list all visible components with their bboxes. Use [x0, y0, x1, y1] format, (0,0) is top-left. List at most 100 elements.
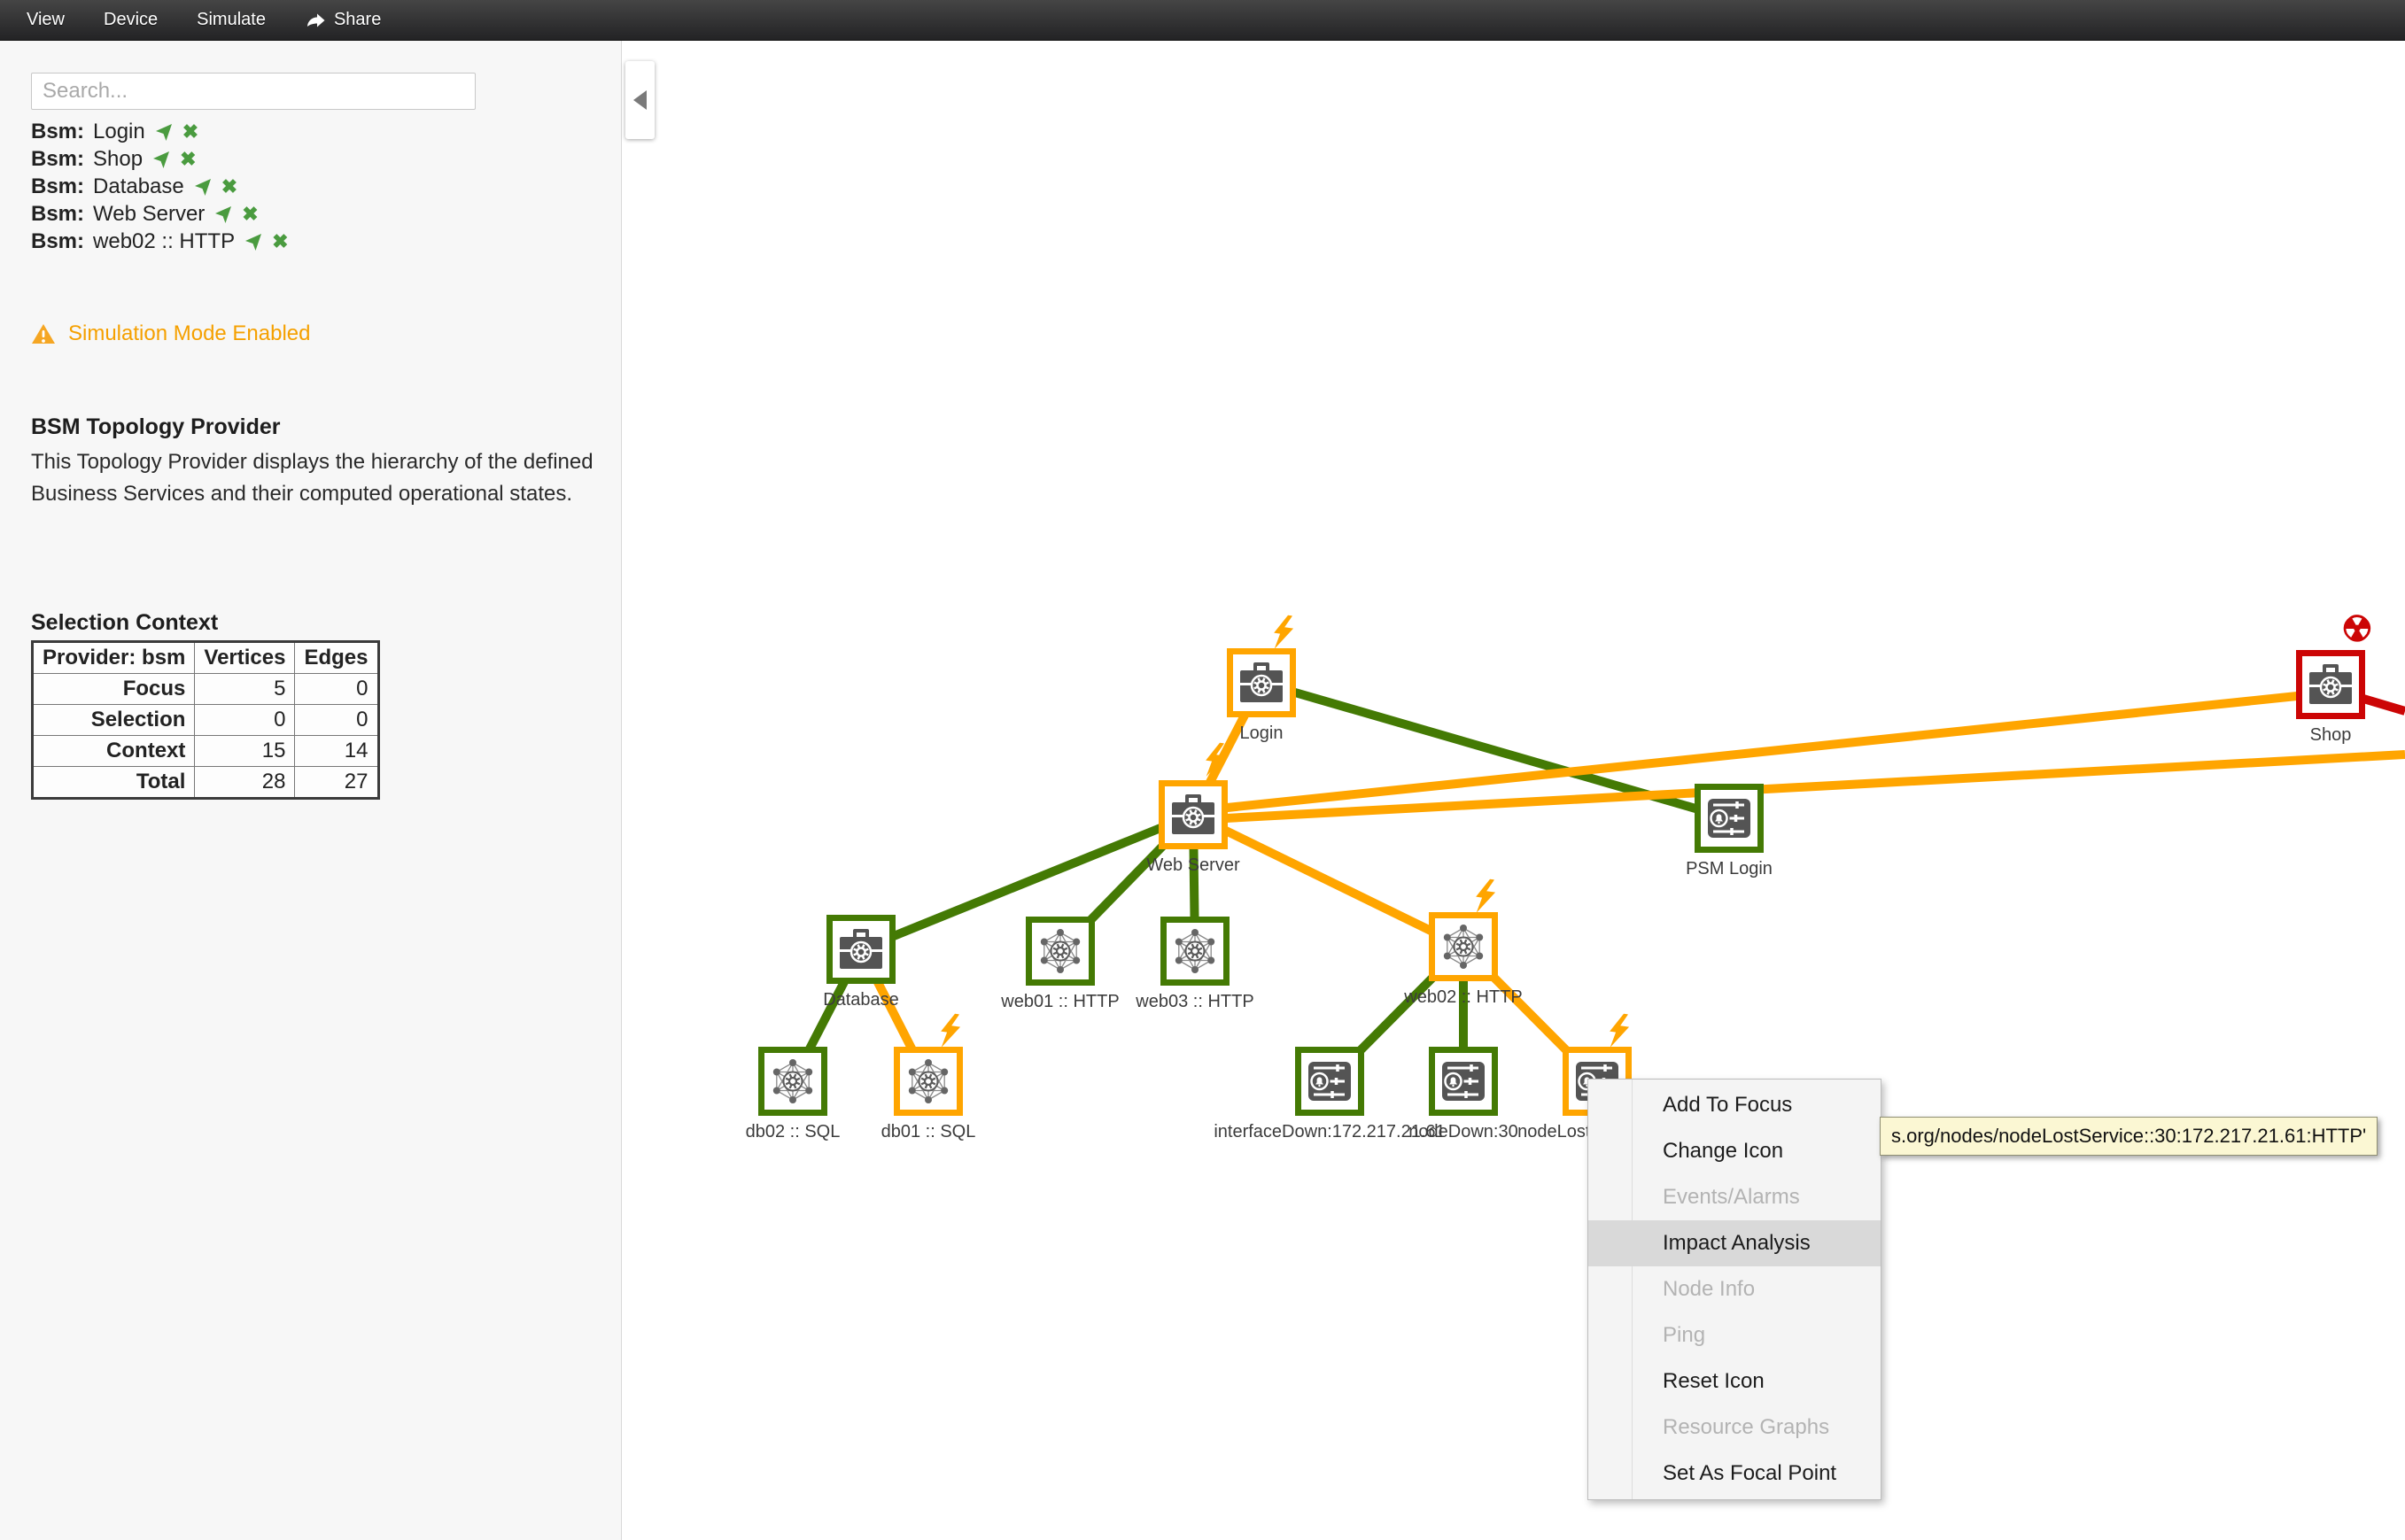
context-menu-item-node-info: Node Info	[1588, 1266, 1881, 1312]
node-label-web02-http: web02 :: HTTP	[1277, 987, 1649, 1008]
selection-table-row-total: Total2827	[33, 767, 379, 799]
center-on-vertex-button[interactable]	[154, 122, 174, 142]
lightning-bolt-icon	[1605, 1011, 1633, 1049]
context-menu: Add To FocusChange IconEvents/AlarmsImpa…	[1587, 1079, 1881, 1500]
business-service-briefcase-icon	[836, 925, 886, 974]
remove-from-focus-button[interactable]: ✖	[182, 122, 198, 142]
business-service-briefcase-icon	[2306, 660, 2355, 709]
context-menu-item-events-alarms: Events/Alarms	[1588, 1174, 1881, 1220]
locate-arrow-icon	[151, 150, 171, 169]
center-on-vertex-button[interactable]	[193, 177, 213, 197]
node-web03-http[interactable]	[1160, 917, 1230, 986]
focus-item-label: web02 :: HTTP	[93, 229, 235, 254]
focus-item-prefix: Bsm:	[31, 147, 84, 172]
node-shop[interactable]	[2296, 650, 2365, 719]
context-menu-item-impact-analysis[interactable]: Impact Analysis	[1588, 1220, 1881, 1266]
lightning-bolt-icon	[1201, 740, 1229, 778]
business-service-briefcase-icon	[1237, 658, 1286, 708]
ip-service-molecule-icon	[1439, 922, 1488, 971]
focus-item-label: Login	[93, 120, 145, 144]
focus-item-label: Shop	[93, 147, 143, 172]
simulation-warning: Simulation Mode Enabled	[31, 321, 311, 346]
ip-service-molecule-icon	[768, 1056, 818, 1106]
center-on-vertex-button[interactable]	[151, 150, 171, 169]
context-menu-item-change-icon[interactable]: Change Icon	[1588, 1128, 1881, 1174]
focus-item-prefix: Bsm:	[31, 202, 84, 227]
center-on-vertex-button[interactable]	[244, 232, 263, 252]
top-menu-bar: View Device Simulate Share	[0, 0, 2405, 41]
collapse-arrow-icon	[633, 90, 647, 110]
simulation-warning-text: Simulation Mode Enabled	[68, 321, 311, 346]
selection-table-header: Provider: bsm	[33, 642, 195, 674]
context-menu-item-reset-icon[interactable]: Reset Icon	[1588, 1358, 1881, 1405]
provider-title: BSM Topology Provider	[31, 414, 281, 440]
node-psm-login[interactable]	[1695, 784, 1764, 853]
focus-item-label: Web Server	[93, 202, 205, 227]
node-web02-http[interactable]	[1429, 912, 1498, 981]
topology-app: View Device Simulate Share Bsm:Login ✖Bs…	[0, 0, 2405, 1540]
menu-item-device[interactable]: Device	[104, 10, 158, 30]
reduction-key-alarm-icon	[1305, 1056, 1354, 1106]
focus-item-prefix: Bsm:	[31, 120, 84, 144]
remove-from-focus-button[interactable]: ✖	[272, 232, 288, 252]
node-db02-sql[interactable]	[758, 1047, 827, 1116]
context-menu-item-ping: Ping	[1588, 1312, 1881, 1358]
reduction-key-alarm-icon	[1704, 793, 1754, 843]
focus-item-web02-http: Bsm: web02 :: HTTP ✖	[31, 228, 603, 255]
context-menu-item-add-to-focus[interactable]: Add To Focus	[1588, 1082, 1881, 1128]
business-service-briefcase-icon	[1168, 790, 1218, 840]
node-label-db01-sql: db01 :: SQL	[742, 1122, 1114, 1142]
focus-item-prefix: Bsm:	[31, 174, 84, 199]
node-database[interactable]	[826, 915, 896, 984]
node-login[interactable]	[1227, 648, 1296, 717]
sidebar: Bsm: Login ✖ Bsm: Shop ✖ Bsm: Database ✖ Bsm: W…	[0, 40, 622, 1540]
ip-service-molecule-icon	[1170, 926, 1220, 976]
warning-triangle-icon	[31, 322, 56, 345]
menu-item-simulate[interactable]: Simulate	[197, 10, 266, 30]
share-arrow-icon	[305, 12, 326, 28]
menu-item-share[interactable]: Share	[305, 10, 381, 30]
node-web-server[interactable]	[1159, 780, 1228, 849]
lightning-bolt-icon	[1269, 613, 1297, 651]
edge-tooltip: s.org/nodes/nodeLostService::30:172.217.…	[1880, 1117, 2378, 1156]
node-label-web-server: Web Server	[1007, 855, 1379, 876]
selection-table-row-focus: Focus50	[33, 674, 379, 705]
selection-context-table: Provider: bsmVerticesEdgesFocus50Selecti…	[31, 640, 380, 800]
remove-from-focus-button[interactable]: ✖	[180, 150, 196, 169]
remove-from-focus-button[interactable]: ✖	[221, 177, 237, 197]
node-nodedown-30[interactable]	[1429, 1047, 1498, 1116]
selection-row-vertices: 28	[195, 767, 295, 799]
lightning-bolt-icon	[1471, 877, 1499, 915]
menu-item-view[interactable]: View	[27, 10, 65, 30]
context-menu-item-set-as-focal-point[interactable]: Set As Focal Point	[1588, 1451, 1881, 1497]
node-web01-http[interactable]	[1026, 917, 1095, 986]
node-interfacedown-172-217-21-61[interactable]	[1295, 1047, 1364, 1116]
selection-context-title: Selection Context	[31, 610, 218, 636]
selection-row-vertices: 0	[195, 705, 295, 736]
lightning-bolt-icon	[936, 1011, 964, 1049]
topology-edge[interactable]	[1193, 755, 2405, 820]
selection-row-vertices: 5	[195, 674, 295, 705]
node-label-shop: Shop	[2145, 725, 2405, 746]
focus-item-database: Bsm: Database ✖	[31, 173, 603, 200]
focus-item-label: Database	[93, 174, 184, 199]
selection-row-edges: 0	[295, 674, 378, 705]
provider-description: This Topology Provider displays the hier…	[31, 446, 598, 510]
ip-service-molecule-icon	[1036, 926, 1085, 976]
selection-table-header: Vertices	[195, 642, 295, 674]
focus-item-web-server: Bsm: Web Server ✖	[31, 200, 603, 228]
search-input[interactable]	[31, 73, 476, 110]
selection-row-label: Selection	[33, 705, 195, 736]
node-db01-sql[interactable]	[894, 1047, 963, 1116]
collapse-sidebar-button[interactable]	[625, 61, 655, 139]
selection-row-edges: 14	[295, 736, 378, 767]
topology-edge[interactable]	[1193, 815, 1463, 947]
remove-from-focus-button[interactable]: ✖	[242, 205, 258, 224]
focus-item-prefix: Bsm:	[31, 229, 84, 254]
selection-table-header: Edges	[295, 642, 378, 674]
node-label-psm-login: PSM Login	[1543, 859, 1915, 879]
node-label-login: Login	[1075, 724, 1447, 744]
selection-row-label: Context	[33, 736, 195, 767]
center-on-vertex-button[interactable]	[213, 205, 233, 224]
locate-arrow-icon	[154, 122, 174, 142]
